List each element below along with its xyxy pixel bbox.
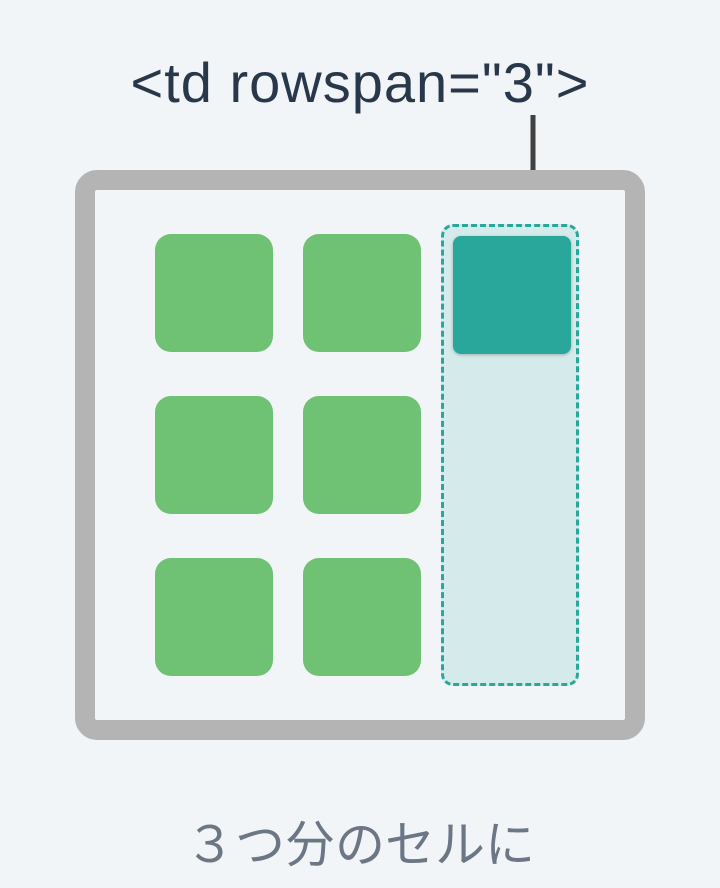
table-cell xyxy=(155,234,273,352)
caption-text: ３つ分のセルに xyxy=(0,805,720,877)
table-cell xyxy=(303,234,421,352)
table-cell xyxy=(155,396,273,514)
table-cell xyxy=(303,396,421,514)
table-cell xyxy=(303,558,421,676)
table-cell xyxy=(155,558,273,676)
table-frame xyxy=(75,170,645,740)
rowspan-cell xyxy=(453,236,571,354)
code-label: <td rowspan="3"> xyxy=(0,50,720,115)
